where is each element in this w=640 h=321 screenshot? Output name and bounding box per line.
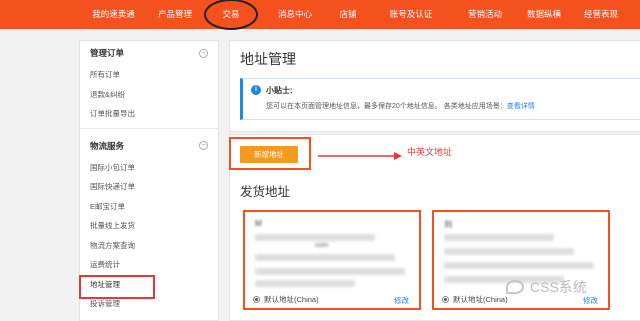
add-address-button[interactable]: 新增地址	[240, 146, 298, 163]
tip-box: i 小贴士: 您可以在本页面管理地址信息，最多保存20个地址信息。 各类地址应用…	[240, 78, 640, 120]
card-name: 刘	[444, 220, 452, 229]
tip-details-link[interactable]: 查看详情	[507, 103, 535, 110]
sidebar-item-freight-stats[interactable]: 运费统计	[90, 255, 208, 275]
redacted-line	[444, 262, 594, 269]
edit-link[interactable]: 修改	[394, 295, 409, 306]
address-card[interactable]: M com 默认地址(China) 修改	[243, 210, 421, 310]
tip-text: 您可以在本页面管理地址信息，最多保存20个地址信息。 各类地址应用场景：查看详情	[266, 101, 535, 111]
nav-performance[interactable]: 经营表现	[573, 0, 629, 29]
watermark-text: CSS系统	[530, 279, 587, 295]
sidebar-group-title: 物流服务	[90, 140, 125, 151]
tip-body: 您可以在本页面管理地址信息，最多保存20个地址信息。 各类地址应用场景：	[266, 103, 507, 110]
card-line-text: com	[315, 242, 329, 249]
sidebar-item-refunds[interactable]: 退款&纠纷	[90, 85, 208, 105]
redacted-line	[255, 234, 375, 241]
nav-data[interactable]: 数据纵横	[515, 0, 573, 29]
sidebar-group-title: 管理订单	[90, 48, 125, 58]
nav-message-center[interactable]: 消息中心	[261, 0, 329, 29]
sidebar-item-epacket[interactable]: E邮宝订单	[90, 197, 208, 217]
redacted-line	[255, 268, 405, 275]
sidebar-item-batch-ship[interactable]: 批量线上发货	[90, 216, 208, 236]
sidebar-group-header[interactable]: 物流服务 −	[90, 134, 208, 158]
nav-account[interactable]: 账号及认证	[367, 0, 455, 29]
nav-my-store[interactable]: 我的速卖通	[78, 0, 149, 29]
nav-marketing[interactable]: 营销活动	[455, 0, 515, 29]
sidebar-item-export-orders[interactable]: 订单批量导出	[90, 104, 208, 124]
add-button-highlight-box: 新增地址	[229, 137, 311, 170]
default-label: 默认地址(China)	[264, 295, 319, 304]
nav-shop[interactable]: 店铺	[329, 0, 367, 29]
radio-icon[interactable]	[253, 296, 260, 303]
current-item-highlight-box	[79, 275, 155, 299]
collapse-icon[interactable]: −	[199, 141, 208, 150]
nav-trade[interactable]: 交易	[201, 0, 261, 30]
divider	[80, 127, 218, 129]
default-address-option[interactable]: 默认地址(China)	[253, 294, 319, 305]
redacted-line	[255, 254, 395, 261]
info-icon: i	[251, 85, 261, 95]
tip-title: 小贴士:	[266, 86, 293, 95]
sidebar-item-express[interactable]: 国际快递订单	[90, 177, 208, 197]
card-name: M	[255, 219, 262, 228]
sidebar-group-orders: 管理订单 − 所有订单 退款&纠纷 订单批量导出	[80, 41, 218, 124]
redacted-line	[444, 234, 554, 241]
redacted-line	[444, 248, 574, 255]
section-title: 发货地址	[240, 185, 291, 199]
redacted-line	[255, 280, 355, 287]
wechat-icon	[506, 280, 524, 294]
sidebar-item-all-orders[interactable]: 所有订单	[90, 65, 208, 85]
top-nav: 我的速卖通 产品管理 交易 消息中心 店铺 账号及认证 营销活动 数据纵横 经营…	[0, 0, 640, 30]
default-address-option[interactable]: 默认地址(China)	[442, 294, 508, 305]
default-label: 默认地址(China)	[453, 295, 508, 304]
sidebar-group-header[interactable]: 管理订单 −	[90, 41, 208, 65]
collapse-icon[interactable]: −	[199, 48, 208, 58]
sidebar-item-logistics-query[interactable]: 物流方案查询	[90, 236, 208, 256]
nav-product-management[interactable]: 产品管理	[149, 0, 201, 29]
watermark: CSS系统	[506, 277, 587, 297]
arrow-icon	[318, 152, 402, 160]
annotation-label: 中英文地址	[407, 147, 453, 157]
page-title: 地址管理	[240, 51, 296, 67]
sidebar-item-small-parcel[interactable]: 国际小包订单	[90, 158, 208, 178]
main-panel: 地址管理 i 小贴士: 您可以在本页面管理地址信息，最多保存20个地址信息。 各…	[229, 40, 640, 132]
radio-icon[interactable]	[442, 296, 449, 303]
